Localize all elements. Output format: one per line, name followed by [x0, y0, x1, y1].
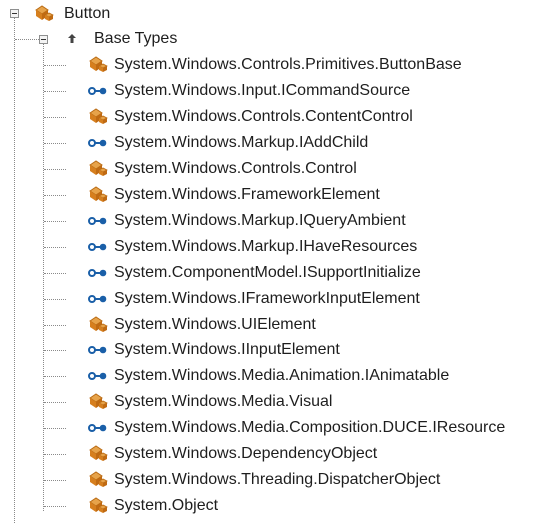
base-type-label: System.ComponentModel.ISupportInitialize [114, 264, 421, 281]
base-type-label: System.Windows.Markup.IQueryAmbient [114, 212, 406, 229]
base-type-label: System.Windows.UIElement [114, 316, 316, 333]
base-type-label: System.Windows.IInputElement [114, 341, 340, 358]
base-type-label: System.Windows.IFrameworkInputElement [114, 290, 420, 307]
tree-line [44, 402, 66, 403]
base-type-label: System.Windows.Markup.IHaveResources [114, 238, 418, 255]
tree-line [44, 195, 66, 196]
base-type-label: System.Windows.Controls.Primitives.Butto… [114, 56, 462, 73]
base-type-item[interactable]: System.Windows.Media.Composition.DUCE.IR… [88, 415, 505, 441]
base-type-label: System.Windows.Markup.IAddChild [114, 134, 369, 151]
class-icon [89, 160, 108, 176]
tree-line [44, 143, 66, 144]
tree-line [14, 18, 15, 523]
tree-line [44, 325, 66, 326]
tree-line [43, 44, 44, 511]
class-icon [89, 471, 108, 487]
base-type-item[interactable]: System.Windows.Controls.ContentControl [88, 104, 413, 130]
tree-line [44, 221, 66, 222]
interface-icon [88, 243, 107, 251]
tree-line [44, 65, 66, 66]
class-icon [89, 56, 108, 72]
base-type-label: System.Windows.Input.ICommandSource [114, 82, 411, 99]
base-type-label: System.Windows.Threading.DispatcherObjec… [114, 471, 441, 488]
base-type-item[interactable]: System.Windows.Markup.IQueryAmbient [88, 208, 406, 234]
tree-line [44, 91, 66, 92]
base-type-label: System.Windows.Media.Visual [114, 393, 333, 410]
base-type-item[interactable]: System.Windows.Threading.DispatcherObjec… [88, 467, 440, 493]
tree-line [44, 376, 66, 377]
class-icon [89, 445, 108, 461]
tree-line [44, 506, 66, 507]
base-type-item[interactable]: System.Windows.Markup.IAddChild [88, 130, 368, 156]
class-icon [35, 5, 54, 21]
class-icon [89, 186, 108, 202]
base-type-item[interactable]: System.Windows.FrameworkElement [88, 182, 380, 208]
interface-icon [88, 269, 107, 277]
base-type-item[interactable]: System.Windows.IFrameworkInputElement [88, 286, 420, 312]
base-type-item[interactable]: System.Windows.IInputElement [88, 337, 340, 363]
class-icon [89, 316, 108, 332]
tree-line [44, 273, 66, 274]
interface-icon [88, 139, 107, 147]
tree-line [44, 117, 66, 118]
base-type-label: System.Windows.Media.Animation.IAnimatab… [114, 367, 450, 384]
interface-icon [88, 346, 107, 354]
class-icon [89, 393, 108, 409]
interface-icon [88, 217, 107, 225]
tree-line [15, 39, 41, 40]
tree-line [44, 480, 66, 481]
base-type-item[interactable]: System.Windows.Controls.Control [88, 156, 357, 182]
base-type-item[interactable]: System.Windows.Input.ICommandSource [88, 78, 410, 104]
interface-icon [88, 424, 107, 432]
interface-icon [88, 295, 107, 303]
base-type-label: System.Windows.Media.Composition.DUCE.IR… [114, 419, 506, 436]
tree-line [44, 247, 66, 248]
base-type-item[interactable]: System.ComponentModel.ISupportInitialize [88, 260, 421, 286]
root-node-label: Button [64, 5, 111, 22]
base-type-item[interactable]: System.Windows.DependencyObject [88, 441, 377, 467]
class-icon [89, 108, 108, 124]
tree-line [44, 428, 66, 429]
tree-line [44, 350, 66, 351]
tree-line [44, 299, 66, 300]
collapse-root-button[interactable] [10, 9, 19, 18]
base-type-label: System.Windows.FrameworkElement [114, 186, 380, 203]
base-type-item[interactable]: System.Windows.Media.Visual [88, 389, 332, 415]
base-type-item[interactable]: System.Windows.Media.Animation.IAnimatab… [88, 363, 449, 389]
root-node[interactable]: Button [34, 1, 110, 27]
base-type-label: System.Windows.Controls.ContentControl [114, 108, 413, 125]
type-hierarchy-tree: Button Base Types System.Windows.Control… [0, 0, 559, 523]
base-type-item[interactable]: System.Windows.UIElement [88, 312, 316, 338]
base-types-node[interactable]: Base Types [62, 26, 177, 52]
base-type-label: System.Windows.DependencyObject [114, 445, 378, 462]
collapse-base-types-button[interactable] [39, 35, 48, 44]
base-type-label: System.Object [114, 497, 219, 514]
interface-icon [88, 372, 107, 380]
tree-line [44, 169, 66, 170]
base-types-label: Base Types [94, 30, 178, 47]
base-types-arrow-icon [68, 34, 76, 43]
base-type-label: System.Windows.Controls.Control [114, 160, 357, 177]
tree-line [44, 454, 66, 455]
class-icon [89, 497, 108, 513]
base-type-item[interactable]: System.Object [88, 493, 218, 519]
interface-icon [88, 87, 107, 95]
base-type-item[interactable]: System.Windows.Controls.Primitives.Butto… [88, 52, 462, 78]
base-type-item[interactable]: System.Windows.Markup.IHaveResources [88, 234, 417, 260]
